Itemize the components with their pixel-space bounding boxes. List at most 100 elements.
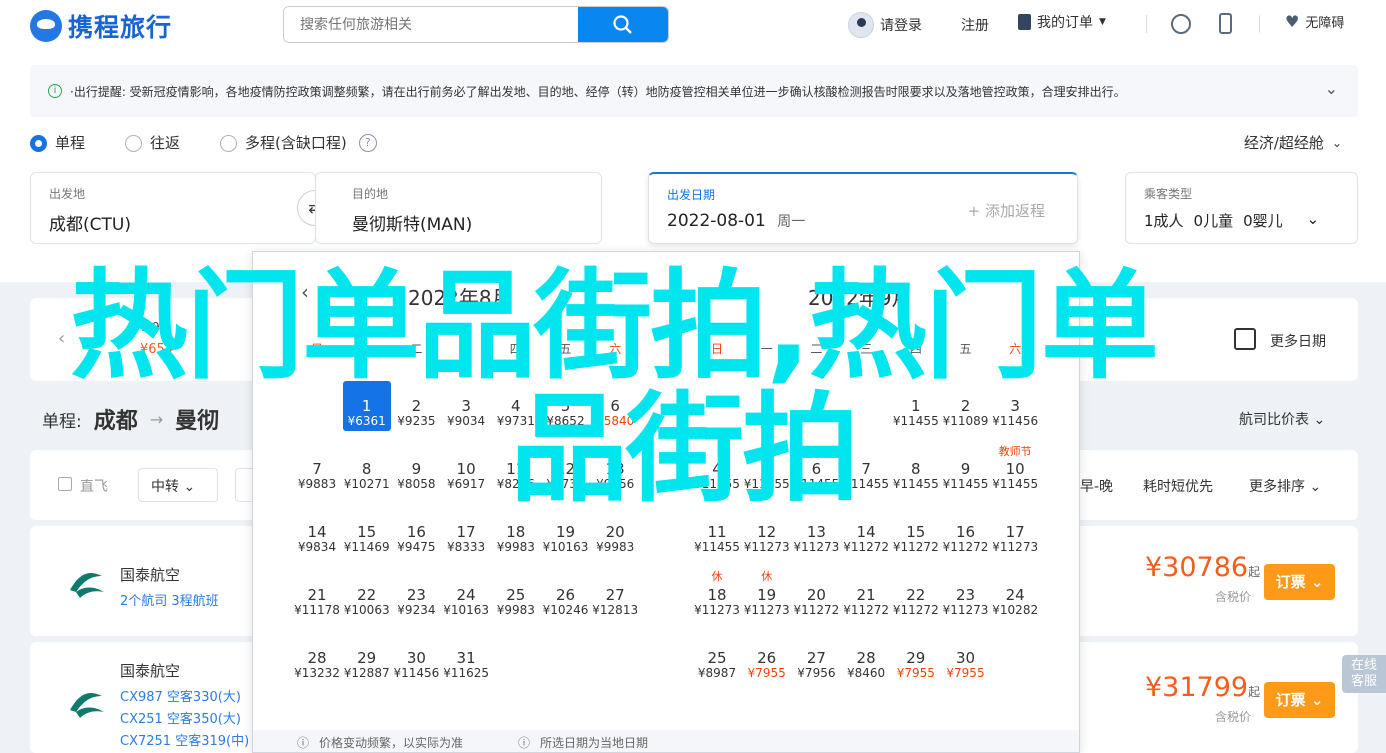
calendar-day[interactable]: 26 ¥7955 [743, 644, 791, 684]
calendar-day[interactable]: 7 ¥9883 [293, 455, 341, 495]
calendar-day[interactable]: 20 ¥9983 [591, 518, 639, 558]
calendar-day[interactable]: 21 ¥11178 [293, 581, 341, 621]
checkbox-direct[interactable] [58, 477, 72, 491]
radio-roundtrip[interactable]: 往返 [125, 132, 180, 153]
cabin-select[interactable]: 经济/超经舱 ⌄ [1244, 132, 1342, 153]
calendar-day[interactable]: 16 ¥11272 [942, 518, 990, 558]
calendar-day[interactable]: 28 ¥8460 [842, 644, 890, 684]
calendar-day[interactable]: 14 ¥11272 [842, 518, 890, 558]
mobile-icon[interactable] [1219, 13, 1232, 34]
calendar-day[interactable]: 15 ¥11272 [892, 518, 940, 558]
day-price: ¥9235 [397, 414, 436, 428]
calendar-day[interactable]: 11 ¥11455 休 [693, 518, 741, 583]
calendar-day[interactable]: 15 ¥11469 [343, 518, 391, 558]
day-price: ¥7955 [946, 666, 985, 680]
day-price: ¥6361 [347, 414, 386, 428]
register-link[interactable]: 注册 [961, 15, 989, 35]
calendar-day[interactable]: 9 ¥8058 [392, 455, 440, 495]
calendar-day[interactable]: 22 ¥10063 [343, 581, 391, 621]
add-return-button[interactable]: + 添加返程 [968, 200, 1045, 221]
calendar-day[interactable]: 24 ¥10163 [442, 581, 490, 621]
notice-text: ·出行提醒: 受新冠疫情影响，各地疫情防控政策调整频繁，请在出行前务必了解出发地… [70, 84, 1126, 99]
calendar-day[interactable]: 29 ¥12887 [343, 644, 391, 684]
to-field[interactable]: 目的地 曼彻斯特(MAN) [315, 172, 602, 244]
calendar-day[interactable]: 24 ¥10282 [991, 581, 1039, 621]
fab-line2: 客服 [1350, 674, 1377, 689]
radio-oneway[interactable]: 单程 [30, 132, 85, 153]
day-price: ¥9034 [447, 414, 486, 428]
adult-count: 1成人 [1144, 212, 1184, 230]
calendar-day[interactable]: 12 ¥11273 休 [743, 518, 791, 583]
airline-detail[interactable]: 2个航司 3程航班 [120, 590, 219, 609]
calendar-day[interactable]: 10 ¥6917 [442, 455, 490, 495]
search-button[interactable] [578, 7, 668, 42]
day-price: ¥8460 [847, 666, 886, 680]
calendar-day[interactable]: 18 ¥11273 [693, 581, 741, 621]
chevron-down-icon: ⌄ [1306, 210, 1320, 228]
calendar-day[interactable]: 23 ¥9234 [392, 581, 440, 621]
date-field[interactable]: 出发日期 2022-08-01 周一 + 添加返程 [648, 172, 1078, 244]
more-dates-link[interactable]: 更多日期 [1270, 331, 1326, 351]
my-orders-menu[interactable]: 我的订单 ▼ [1018, 12, 1106, 32]
calendar-day[interactable]: 17 ¥8333 [442, 518, 490, 558]
calendar-day[interactable]: 18 ¥9983 [492, 518, 540, 558]
day-price: ¥9834 [297, 540, 337, 554]
logo[interactable]: 携程旅行 [30, 8, 172, 44]
flight-segment[interactable]: CX251 空客350(大) [120, 708, 241, 727]
calendar-day[interactable]: 21 ¥11272 [842, 581, 890, 621]
day-price: ¥12887 [343, 666, 390, 680]
trip-type-group: 单程 往返 多程(含缺口程) ? [30, 132, 377, 153]
calendar-day[interactable]: 30 ¥11456 [392, 644, 440, 684]
day-price: ¥7955 [747, 666, 786, 680]
search-input[interactable] [284, 7, 578, 42]
calendar-day[interactable]: 27 ¥7956 [792, 644, 840, 684]
accessibility-link[interactable]: ♥ 无障碍 [1285, 12, 1344, 31]
calendar-day[interactable]: 22 ¥11272 [892, 581, 940, 621]
flight-segment[interactable]: CX987 空客330(大) [120, 686, 241, 705]
day-number: 10 [456, 460, 476, 478]
day-number: 14 [307, 523, 327, 541]
from-value: 成都(CTU) [49, 215, 131, 235]
radio-multi[interactable]: 多程(含缺口程) [220, 132, 347, 153]
calendar-day[interactable]: 3 ¥9034 [442, 392, 490, 432]
calendar-day[interactable]: 2 ¥9235 [392, 392, 440, 432]
passenger-field[interactable]: 乘客类型 1成人 0儿童 0婴儿 ⌄ [1125, 172, 1358, 244]
chevron-down-icon[interactable]: ⌄ [1325, 79, 1338, 98]
calendar-day[interactable]: 19 ¥10163 [542, 518, 590, 558]
divider [1146, 15, 1147, 33]
headset-icon[interactable] [1171, 14, 1191, 34]
calendar-day[interactable]: 27 ¥12813 [591, 581, 639, 621]
day-price: ¥7955 [896, 666, 935, 680]
calendar-day[interactable]: 17 ¥11273 [991, 518, 1039, 558]
calendar-day[interactable]: 16 ¥9475 [392, 518, 440, 558]
day-number: 29 [906, 649, 926, 667]
calendar-day[interactable]: 8 ¥10271 [343, 455, 391, 495]
day-number: 9 [411, 460, 422, 478]
from-field[interactable]: 出发地 成都(CTU) [30, 172, 316, 244]
calendar-day[interactable]: 25 ¥8987 [693, 644, 741, 684]
watermark-line2: 品街拍 [510, 380, 860, 518]
online-service-button[interactable]: 在线 客服 [1342, 655, 1386, 693]
day-number: 24 [1005, 586, 1025, 604]
transfer-select[interactable]: 中转 ⌄ [138, 468, 218, 502]
flight-segment[interactable]: CX7251 空客319(中) [120, 730, 249, 749]
login-link[interactable]: 请登录 [848, 12, 922, 38]
day-number: 23 [955, 586, 976, 604]
calendar-day[interactable]: 14 ¥9834 [293, 518, 341, 558]
calendar-day[interactable]: 28 ¥13232 [293, 644, 341, 684]
calendar-day[interactable]: 30 ¥7955 [942, 644, 990, 684]
chevron-left-icon[interactable]: ‹ [58, 328, 65, 349]
calendar-day[interactable]: 19 ¥11273 [743, 581, 791, 621]
info-icon: ⓘ [518, 736, 531, 750]
calendar-day[interactable]: 31 ¥11625 [442, 644, 490, 684]
book-button[interactable]: 订票 ⌄ [1264, 564, 1335, 600]
calendar-day[interactable]: 25 ¥9983 [492, 581, 540, 621]
radio-icon [125, 135, 143, 152]
calendar-day[interactable]: 13 ¥11273 [792, 518, 840, 558]
calendar-day[interactable]: 23 ¥11273 [942, 581, 990, 621]
calendar-day[interactable]: 20 ¥11272 [792, 581, 840, 621]
calendar-day[interactable]: 29 ¥7955 [892, 644, 940, 684]
book-button[interactable]: 订票 ⌄ [1264, 682, 1335, 718]
calendar-day[interactable]: 26 ¥10246 [542, 581, 590, 621]
help-icon[interactable]: ? [358, 133, 377, 152]
